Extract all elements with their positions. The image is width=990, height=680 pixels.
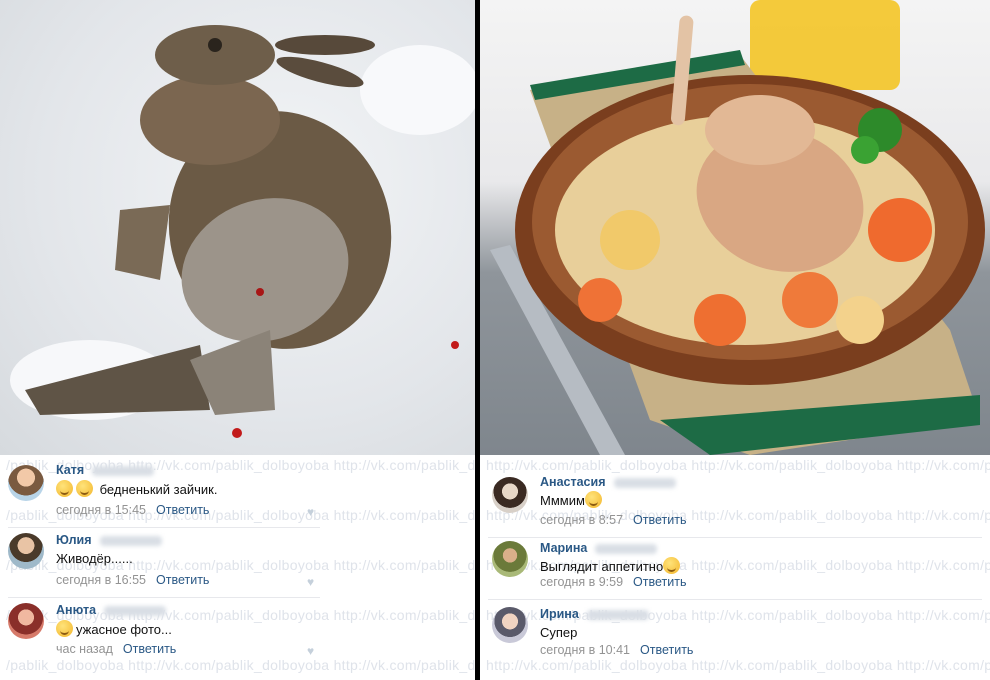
reply-link[interactable]: Ответить <box>156 573 209 587</box>
reply-link[interactable]: Ответить <box>633 513 686 527</box>
comment-author[interactable]: Юлия <box>56 533 162 547</box>
divider <box>488 537 982 538</box>
comment-author[interactable]: Катя <box>56 463 155 477</box>
comment-time: сегодня в 10:41 <box>540 643 630 657</box>
comment-text: Супер <box>540 625 578 640</box>
comment-item: Анастасия Мммим сегодня в 8:57 Ответить <box>480 473 990 543</box>
like-heart-icon[interactable]: ♥ <box>307 644 314 658</box>
comment-time: час назад <box>56 642 113 656</box>
stew-photo <box>480 0 990 455</box>
hare-photo <box>0 0 475 455</box>
sad-face-emoji <box>76 480 93 497</box>
watermark-text: http://vk.com/pablik_dolboyoba http://vk… <box>486 457 990 473</box>
comment-meta: час назад Ответить <box>56 642 176 656</box>
right-panel: http://vk.com/pablik_dolboyoba http://vk… <box>480 0 990 680</box>
comment-item: Катя бедненький зайчик. сегодня в 15:45 О… <box>0 461 475 531</box>
comment-item: Ирина Супер сегодня в 10:41 Ответить <box>480 603 990 673</box>
comment-meta: сегодня в 16:55 Ответить <box>56 573 209 587</box>
avatar[interactable] <box>492 477 528 513</box>
left-comments: /pablik_dolboyoba http://vk.com/pablik_d… <box>0 455 475 680</box>
reply-link[interactable]: Ответить <box>156 503 209 517</box>
reply-link[interactable]: Ответить <box>633 575 686 589</box>
comment-text: бедненький зайчик. <box>56 480 217 497</box>
comment-text: Мммим <box>540 491 605 508</box>
like-heart-icon[interactable]: ♥ <box>307 575 314 589</box>
comment-text: Выглядит аппетитно <box>540 557 683 574</box>
avatar[interactable] <box>492 541 528 577</box>
comment-item: Юлия Живодёр...... сегодня в 16:55 Ответи… <box>0 531 475 601</box>
comment-meta: сегодня в 9:59 Ответить <box>540 575 686 589</box>
comment-item: Анюта ужасное фото... час назад Ответить … <box>0 601 475 671</box>
smile-emoji <box>663 557 681 574</box>
comment-time: сегодня в 9:59 <box>540 575 624 589</box>
avatar[interactable] <box>492 607 528 643</box>
stew-illustration <box>490 0 985 455</box>
divider <box>488 599 982 600</box>
right-comments: http://vk.com/pablik_dolboyoba http://vk… <box>480 455 990 680</box>
divider <box>8 527 320 528</box>
avatar[interactable] <box>8 603 44 639</box>
avatar[interactable] <box>8 465 44 501</box>
comment-author[interactable]: Анастасия <box>540 475 676 489</box>
comment-author[interactable]: Анюта <box>56 603 167 617</box>
smile-emoji <box>584 491 602 508</box>
comment-author[interactable]: Марина <box>540 541 658 555</box>
comment-time: сегодня в 16:55 <box>56 573 146 587</box>
avatar[interactable] <box>8 533 44 569</box>
comment-author[interactable]: Ирина <box>540 607 649 621</box>
comment-text: ужасное фото... <box>56 620 172 637</box>
comment-item: Марина Выглядит аппетитно сегодня в 9:59… <box>480 539 990 609</box>
comment-text: Живодёр...... <box>56 551 133 566</box>
like-heart-icon[interactable]: ♥ <box>307 505 314 519</box>
comment-time: сегодня в 15:45 <box>56 503 146 517</box>
reply-link[interactable]: Ответить <box>640 643 693 657</box>
sad-face-emoji <box>56 620 73 637</box>
divider <box>8 597 320 598</box>
comment-meta: сегодня в 10:41 Ответить <box>540 643 693 657</box>
comment-meta: сегодня в 8:57 Ответить <box>540 513 686 527</box>
comment-meta: сегодня в 15:45 Ответить <box>56 503 209 517</box>
left-panel: /pablik_dolboyoba http://vk.com/pablik_d… <box>0 0 475 680</box>
comment-time: сегодня в 8:57 <box>540 513 624 527</box>
hare-illustration <box>10 25 475 438</box>
sad-face-emoji <box>56 480 73 497</box>
reply-link[interactable]: Ответить <box>123 642 176 656</box>
